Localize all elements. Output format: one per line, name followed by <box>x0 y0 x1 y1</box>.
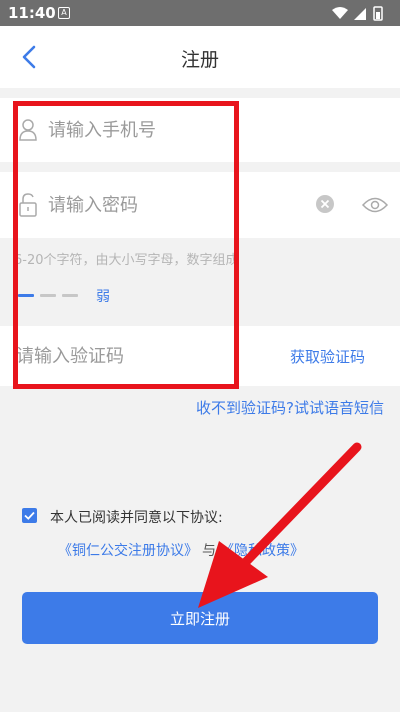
agreement-separator: 与 <box>202 543 216 559</box>
nav-header: 注册 <box>0 26 400 88</box>
agreement-links: 《铜仁公交注册协议》与《隐私政策》 <box>58 540 304 560</box>
agree-checkbox[interactable] <box>22 508 37 523</box>
status-time: 11:40 <box>8 4 56 22</box>
agreement-text: 本人已阅读并同意以下协议: <box>50 510 223 526</box>
register-button[interactable]: 立即注册 <box>22 592 378 644</box>
clear-icon[interactable] <box>315 194 335 214</box>
signal-battery-icons <box>332 6 383 21</box>
eye-icon[interactable] <box>362 196 388 214</box>
get-code-button[interactable]: 获取验证码 <box>290 346 365 367</box>
user-agreement-link[interactable]: 《铜仁公交注册协议》 <box>58 543 198 559</box>
check-icon <box>24 511 35 520</box>
voice-code-link[interactable]: 收不到验证码?试试语音短信 <box>196 397 384 418</box>
notification-icon: A <box>58 7 70 19</box>
status-bar: 11:40 A <box>0 0 400 26</box>
page-title: 注册 <box>180 49 219 71</box>
privacy-policy-link[interactable]: 《隐私政策》 <box>220 543 304 559</box>
annotation-highlight-box <box>13 101 239 389</box>
